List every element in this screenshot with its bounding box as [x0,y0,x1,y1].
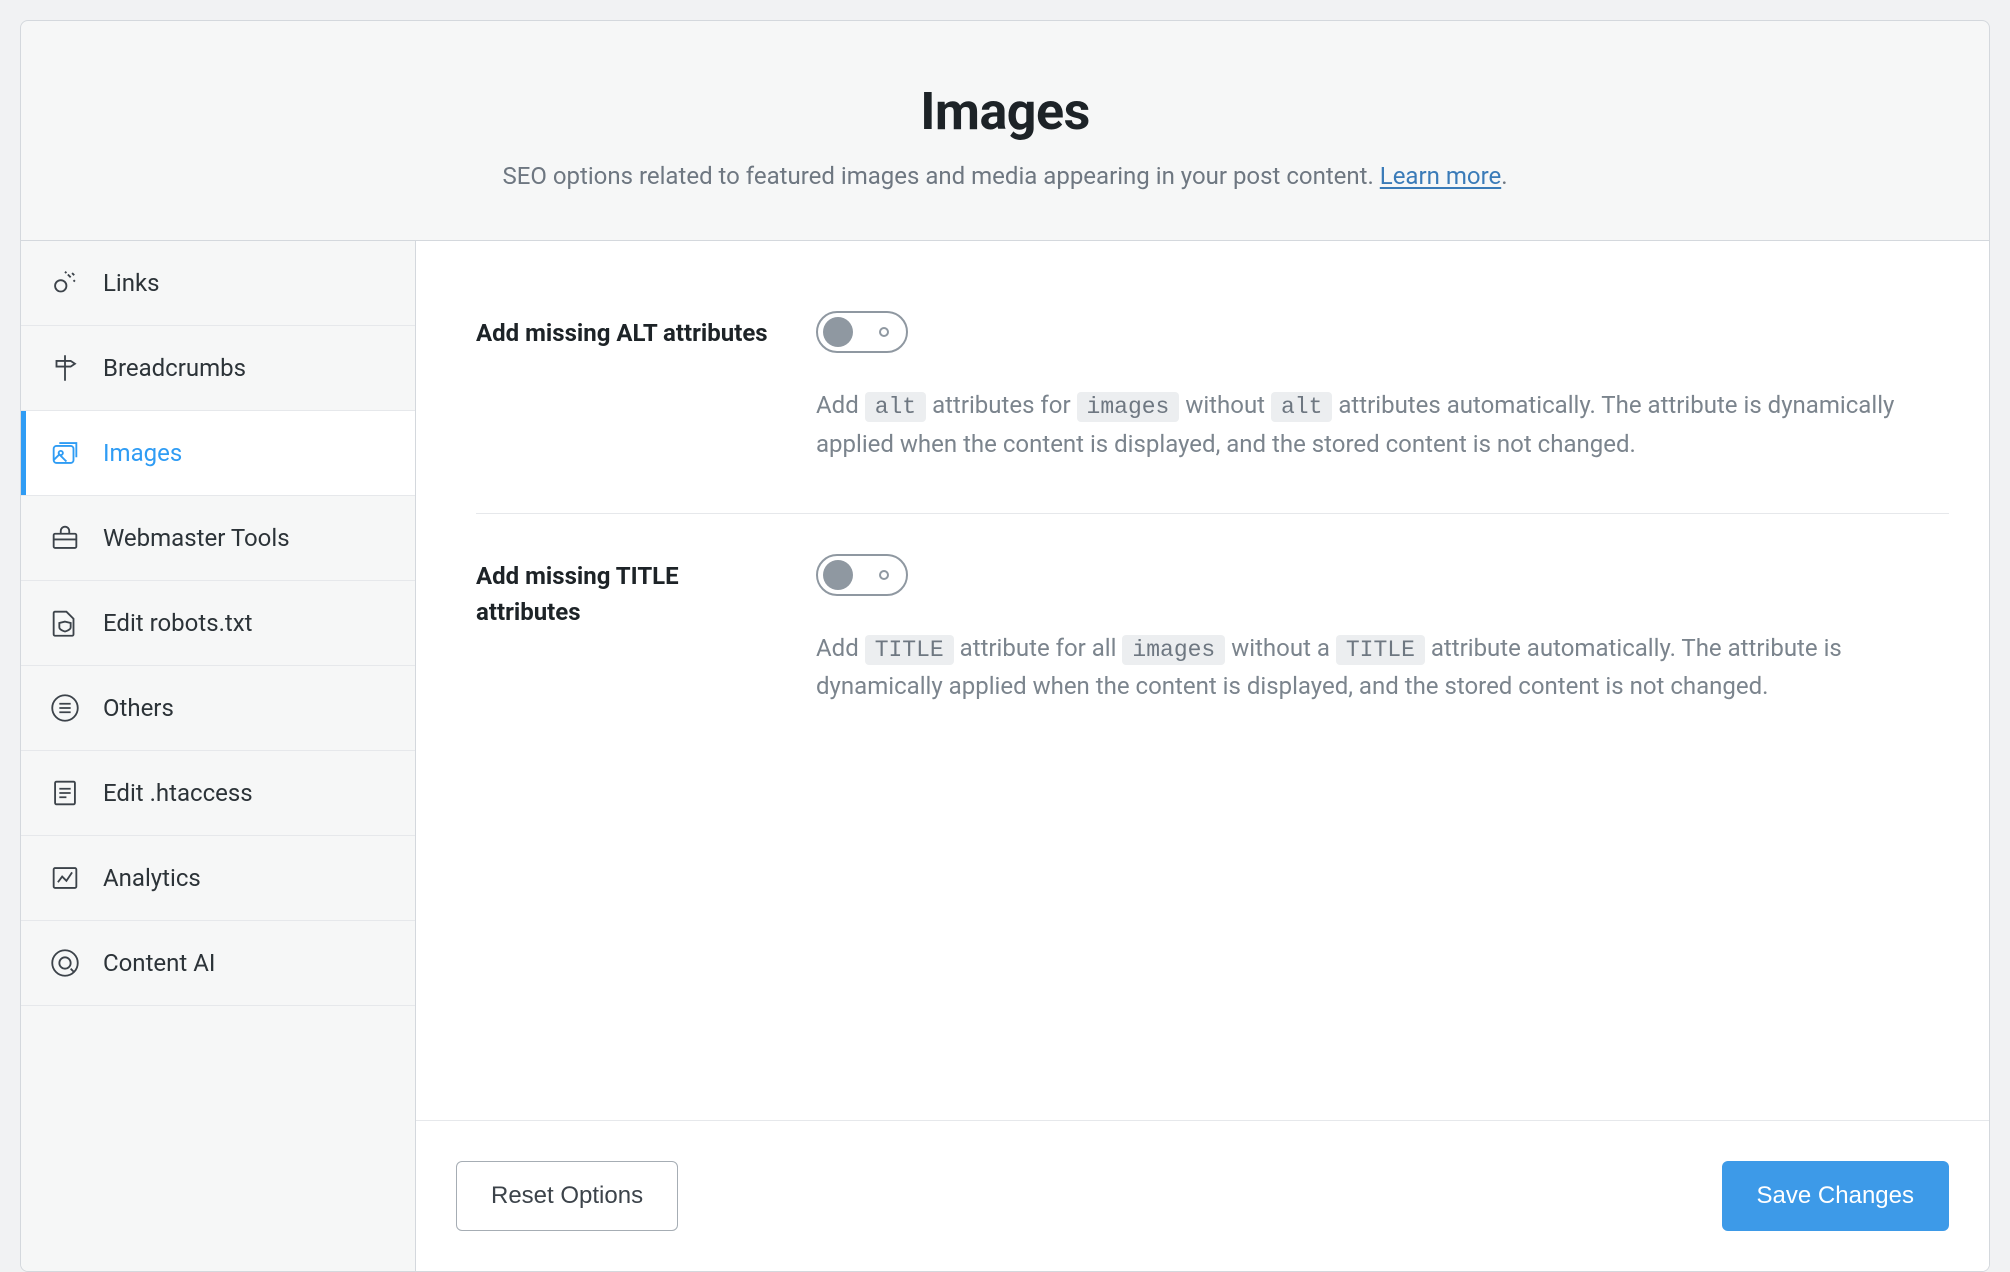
page-body: Links Breadcrumbs Images [21,241,1989,1271]
sidebar-item-breadcrumbs[interactable]: Breadcrumbs [21,326,415,411]
sidebar-item-label: Edit .htaccess [103,779,253,807]
page-title: Images [61,81,1949,142]
setting-row-alt: Add missing ALT attributes Add alt attri… [476,301,1949,514]
sidebar: Links Breadcrumbs Images [21,241,416,1271]
sidebar-item-others[interactable]: Others [21,666,415,751]
learn-more-link[interactable]: Learn more [1380,162,1501,190]
sidebar-item-images[interactable]: Images [21,411,415,496]
sidebar-item-label: Content AI [103,949,215,977]
sidebar-item-label: Images [103,439,182,467]
sidebar-item-analytics[interactable]: Analytics [21,836,415,921]
setting-label: Add missing ALT attributes [476,311,786,463]
sidebar-item-label: Links [103,269,160,297]
reset-options-button[interactable]: Reset Options [456,1161,678,1231]
list-icon [47,690,83,726]
file-shield-icon [47,605,83,641]
links-icon [47,265,83,301]
page-header: Images SEO options related to featured i… [21,21,1989,241]
setting-description: Add TITLE attribute for all images witho… [816,630,1949,706]
code-alt: alt [865,392,926,422]
toggle-title-attributes[interactable] [816,554,908,596]
sidebar-item-webmaster-tools[interactable]: Webmaster Tools [21,496,415,581]
sidebar-item-content-ai[interactable]: Content AI [21,921,415,1006]
sidebar-item-label: Edit robots.txt [103,609,253,637]
code-images: images [1122,635,1225,665]
content-area: Add missing ALT attributes Add alt attri… [416,241,1989,1271]
sidebar-item-label: Webmaster Tools [103,524,290,552]
subtitle-suffix: . [1501,162,1507,190]
code-images: images [1077,392,1180,422]
subtitle-text: SEO options related to featured images a… [502,162,1379,190]
setting-description: Add alt attributes for images without al… [816,387,1949,463]
sidebar-item-label: Analytics [103,864,201,892]
images-icon [47,435,83,471]
file-text-icon [47,775,83,811]
settings-card: Images SEO options related to featured i… [20,20,1990,1272]
code-title: TITLE [1336,635,1425,665]
setting-row-title: Add missing TITLE attributes Add TITLE a… [476,514,1949,756]
toggle-alt-attributes[interactable] [816,311,908,353]
footer-actions: Reset Options Save Changes [416,1120,1989,1271]
page-subtitle: SEO options related to featured images a… [61,162,1949,190]
sidebar-item-edit-robots[interactable]: Edit robots.txt [21,581,415,666]
sidebar-item-label: Breadcrumbs [103,354,246,382]
code-title: TITLE [865,635,954,665]
sidebar-item-edit-htaccess[interactable]: Edit .htaccess [21,751,415,836]
code-alt: alt [1271,392,1332,422]
setting-label: Add missing TITLE attributes [476,554,786,706]
sidebar-item-label: Others [103,694,174,722]
signpost-icon [47,350,83,386]
chart-icon [47,860,83,896]
save-changes-button[interactable]: Save Changes [1722,1161,1949,1231]
toolbox-icon [47,520,83,556]
ai-icon [47,945,83,981]
sidebar-item-links[interactable]: Links [21,241,415,326]
